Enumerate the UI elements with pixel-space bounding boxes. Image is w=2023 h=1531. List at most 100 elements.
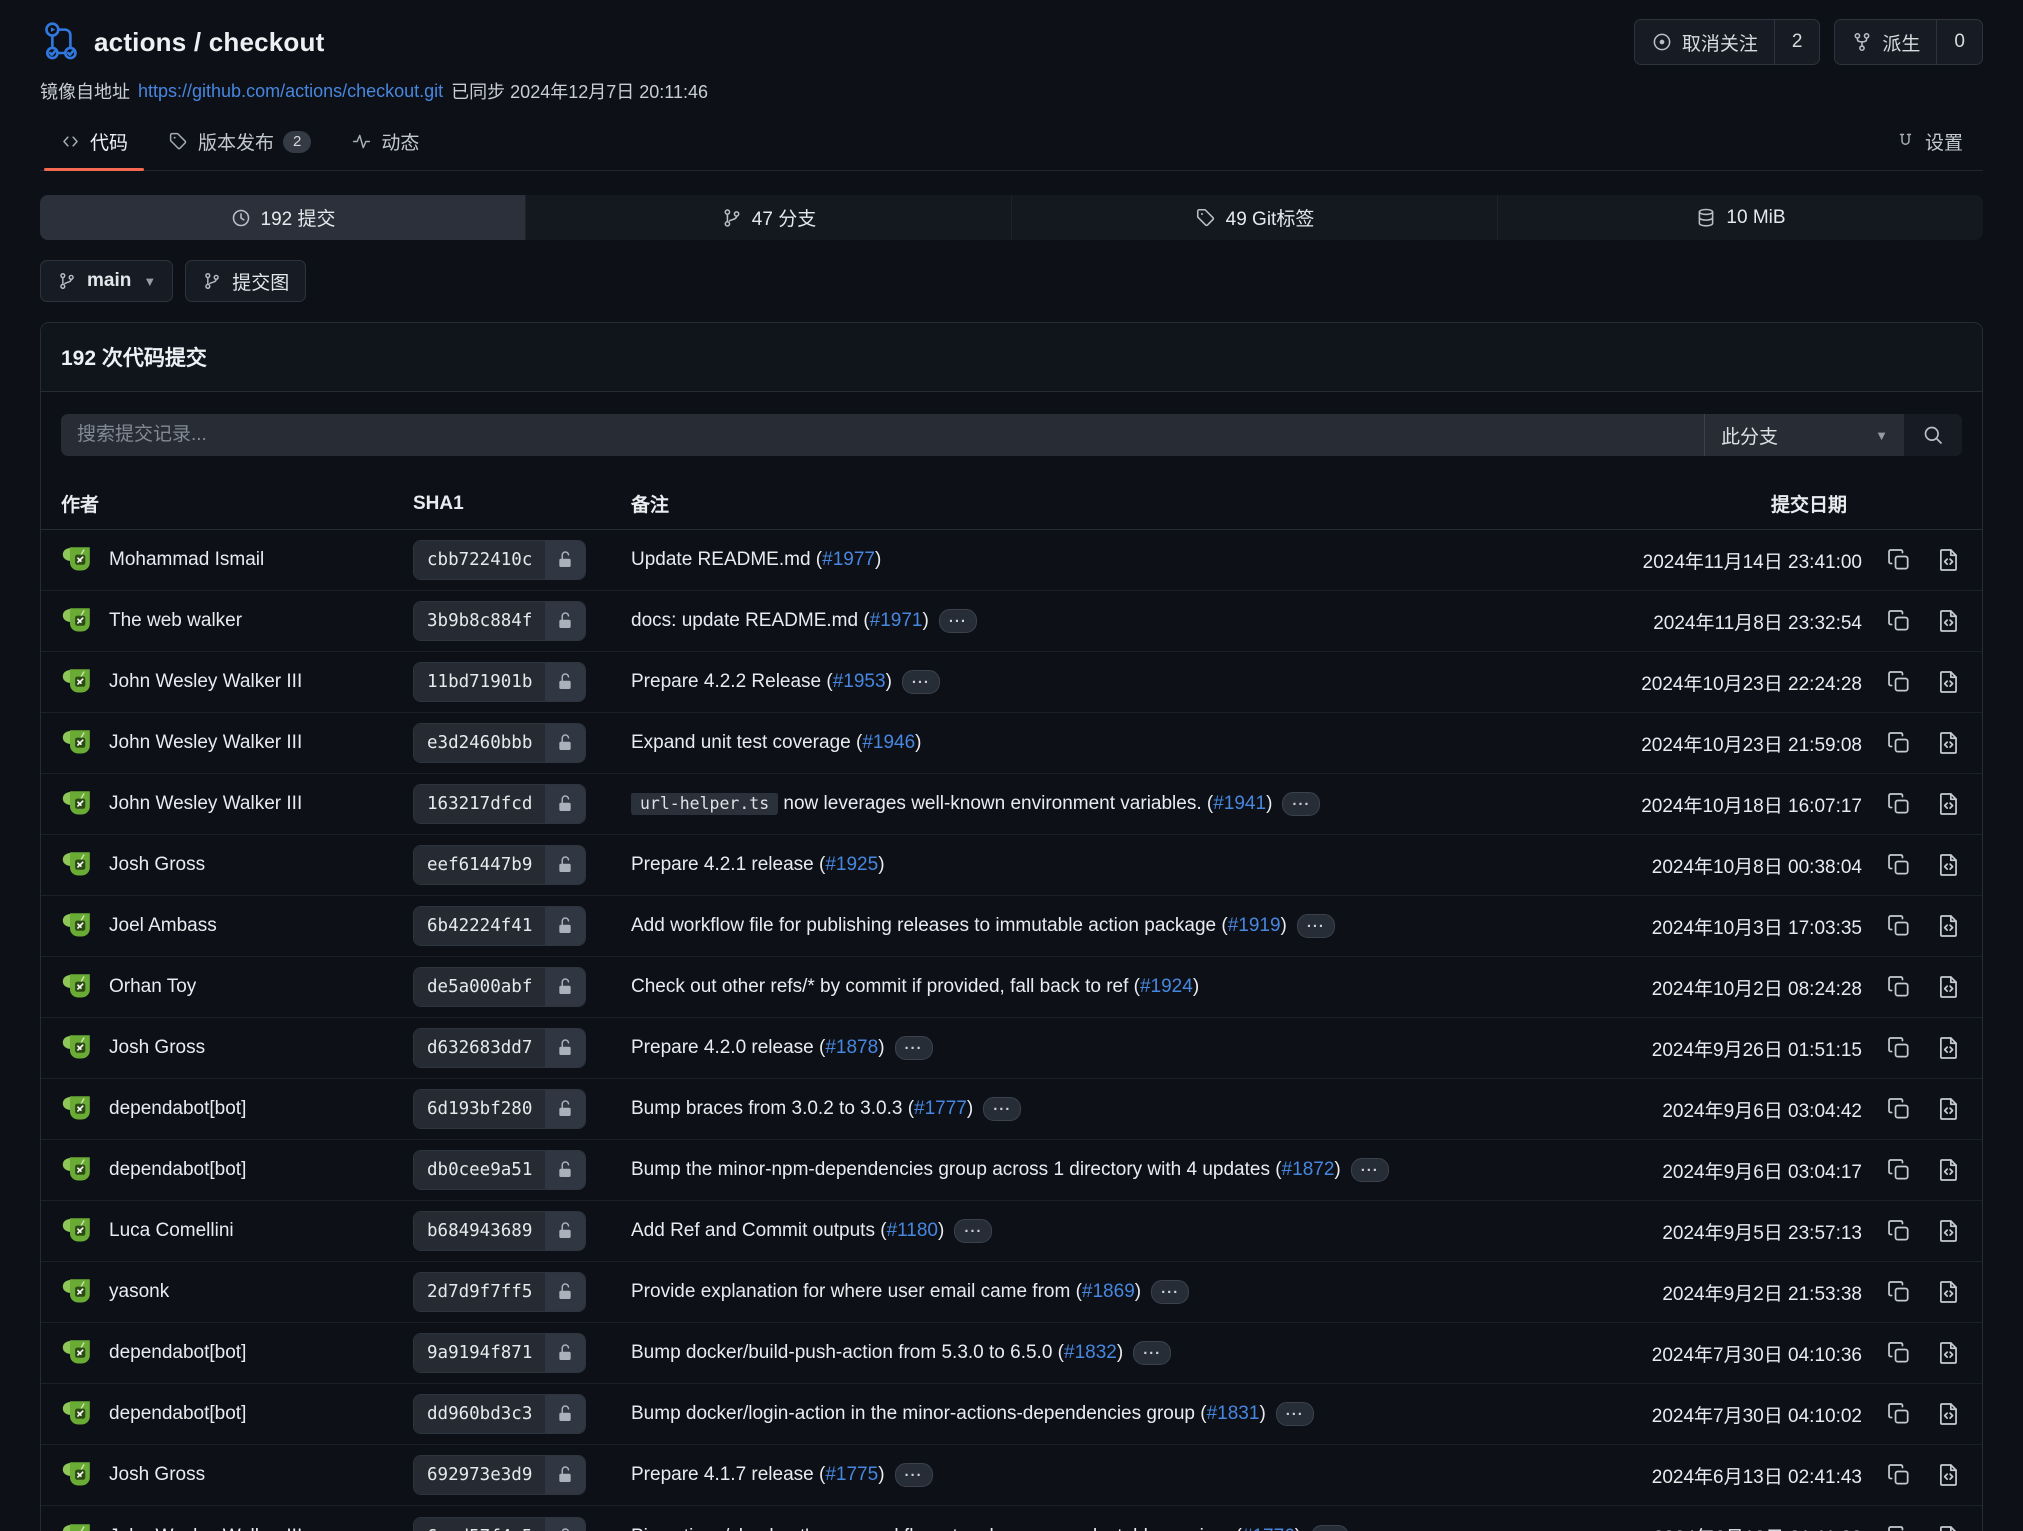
commit-sha-badge[interactable]: de5a000abf (413, 967, 586, 1007)
copy-sha-button[interactable] (1886, 608, 1912, 634)
copy-sha-button[interactable] (1886, 669, 1912, 695)
commit-sha-badge[interactable]: e3d2460bbb (413, 723, 586, 763)
commit-sha-badge[interactable]: 11bd71901b (413, 662, 586, 702)
expand-message-button[interactable]: ··· (1351, 1158, 1389, 1182)
browse-source-button[interactable] (1936, 1157, 1962, 1183)
browse-source-button[interactable] (1936, 730, 1962, 756)
pr-number-link[interactable]: #1946 (862, 732, 915, 753)
mirror-url-link[interactable]: https://github.com/actions/checkout.git (138, 81, 443, 102)
browse-source-button[interactable] (1936, 1096, 1962, 1122)
branch-scope-select[interactable]: 此分支 ▼ (1704, 414, 1904, 456)
commit-sha-badge[interactable]: b684943689 (413, 1211, 586, 1251)
expand-message-button[interactable]: ··· (1297, 914, 1335, 938)
pr-number-link[interactable]: #1971 (870, 610, 923, 631)
commit-author-name[interactable]: Joel Ambass (109, 915, 217, 937)
pr-number-link[interactable]: #1977 (822, 549, 875, 570)
commit-author-name[interactable]: dependabot[bot] (109, 1403, 246, 1425)
browse-source-button[interactable] (1936, 1279, 1962, 1305)
commit-author-name[interactable]: Orhan Toy (109, 976, 196, 998)
browse-source-button[interactable] (1936, 913, 1962, 939)
stat-branches[interactable]: 47 分支 (525, 195, 1011, 240)
expand-message-button[interactable]: ··· (1276, 1402, 1314, 1426)
browse-source-button[interactable] (1936, 1340, 1962, 1366)
forks-count[interactable]: 0 (1936, 20, 1982, 64)
pr-number-link[interactable]: #1919 (1228, 915, 1281, 936)
commit-author-name[interactable]: dependabot[bot] (109, 1159, 246, 1181)
commit-sha-badge[interactable]: dd960bd3c3 (413, 1394, 586, 1434)
commit-author-name[interactable]: Josh Gross (109, 1037, 205, 1059)
browse-source-button[interactable] (1936, 608, 1962, 634)
watchers-count[interactable]: 2 (1774, 20, 1820, 64)
commit-sha-badge[interactable]: eef61447b9 (413, 845, 586, 885)
commit-author-name[interactable]: John Wesley Walker III (109, 1526, 302, 1531)
copy-sha-button[interactable] (1886, 974, 1912, 1000)
copy-sha-button[interactable] (1886, 547, 1912, 573)
commit-author-name[interactable]: John Wesley Walker III (109, 732, 302, 754)
commit-sha-badge[interactable]: 163217dfcd (413, 784, 586, 824)
fork-button[interactable]: 派生 0 (1834, 19, 1983, 65)
browse-source-button[interactable] (1936, 1218, 1962, 1244)
tab-releases[interactable]: 版本发布 2 (148, 116, 331, 170)
tab-settings[interactable]: 设置 (1875, 116, 1983, 170)
copy-sha-button[interactable] (1886, 1401, 1912, 1427)
stat-tags[interactable]: 49 Git标签 (1011, 195, 1497, 240)
commit-author-name[interactable]: John Wesley Walker III (109, 793, 302, 815)
stat-commits[interactable]: 192 提交 (40, 195, 525, 240)
browse-source-button[interactable] (1936, 669, 1962, 695)
copy-sha-button[interactable] (1886, 1462, 1912, 1488)
pr-number-link[interactable]: #1878 (825, 1037, 878, 1058)
tab-code[interactable]: 代码 (40, 116, 148, 170)
expand-message-button[interactable]: ··· (902, 670, 940, 694)
commit-author-name[interactable]: The web walker (109, 610, 242, 632)
expand-message-button[interactable]: ··· (1133, 1341, 1171, 1365)
browse-source-button[interactable] (1936, 1524, 1962, 1531)
branch-selector[interactable]: main ▼ (40, 260, 173, 302)
pr-number-link[interactable]: #1941 (1213, 793, 1266, 814)
pr-number-link[interactable]: #1924 (1140, 976, 1193, 997)
commit-author-name[interactable]: Mohammad Ismail (109, 549, 264, 571)
unwatch-button[interactable]: 取消关注 2 (1634, 19, 1821, 65)
commit-sha-badge[interactable]: db0cee9a51 (413, 1150, 586, 1190)
copy-sha-button[interactable] (1886, 791, 1912, 817)
browse-source-button[interactable] (1936, 1401, 1962, 1427)
expand-message-button[interactable]: ··· (1151, 1280, 1189, 1304)
pr-number-link[interactable]: #1832 (1064, 1342, 1117, 1363)
copy-sha-button[interactable] (1886, 1279, 1912, 1305)
pr-number-link[interactable]: #1776 (1242, 1526, 1295, 1531)
expand-message-button[interactable]: ··· (1282, 792, 1320, 816)
search-input[interactable] (61, 414, 1704, 456)
pr-number-link[interactable]: #1180 (887, 1220, 938, 1241)
pr-number-link[interactable]: #1872 (1282, 1159, 1335, 1180)
commit-author-name[interactable]: Josh Gross (109, 854, 205, 876)
pr-number-link[interactable]: #1953 (833, 671, 886, 692)
commit-author-name[interactable]: John Wesley Walker III (109, 671, 302, 693)
commit-sha-badge[interactable]: 9a9194f871 (413, 1333, 586, 1373)
copy-sha-button[interactable] (1886, 1218, 1912, 1244)
copy-sha-button[interactable] (1886, 1035, 1912, 1061)
copy-sha-button[interactable] (1886, 1524, 1912, 1531)
commit-sha-badge[interactable]: 6b42224f41 (413, 906, 586, 946)
expand-message-button[interactable]: ··· (939, 609, 977, 633)
commit-sha-badge[interactable]: d632683dd7 (413, 1028, 586, 1068)
pr-number-link[interactable]: #1925 (825, 854, 878, 875)
copy-sha-button[interactable] (1886, 1096, 1912, 1122)
copy-sha-button[interactable] (1886, 1340, 1912, 1366)
copy-sha-button[interactable] (1886, 730, 1912, 756)
pr-number-link[interactable]: #1777 (914, 1098, 967, 1119)
browse-source-button[interactable] (1936, 852, 1962, 878)
expand-message-button[interactable]: ··· (895, 1036, 933, 1060)
commit-author-name[interactable]: yasonk (109, 1281, 169, 1303)
copy-sha-button[interactable] (1886, 913, 1912, 939)
search-button[interactable] (1904, 414, 1962, 456)
browse-source-button[interactable] (1936, 974, 1962, 1000)
copy-sha-button[interactable] (1886, 1157, 1912, 1183)
pr-number-link[interactable]: #1831 (1207, 1403, 1260, 1424)
browse-source-button[interactable] (1936, 1462, 1962, 1488)
commit-author-name[interactable]: Josh Gross (109, 1464, 205, 1486)
commit-sha-badge[interactable]: 2d7d9f7ff5 (413, 1272, 586, 1312)
tab-activity[interactable]: 动态 (331, 116, 439, 170)
commit-sha-badge[interactable]: 6ccd57f4c5 (413, 1517, 586, 1531)
browse-source-button[interactable] (1936, 1035, 1962, 1061)
pr-number-link[interactable]: #1775 (825, 1464, 878, 1485)
expand-message-button[interactable]: ··· (895, 1463, 933, 1487)
